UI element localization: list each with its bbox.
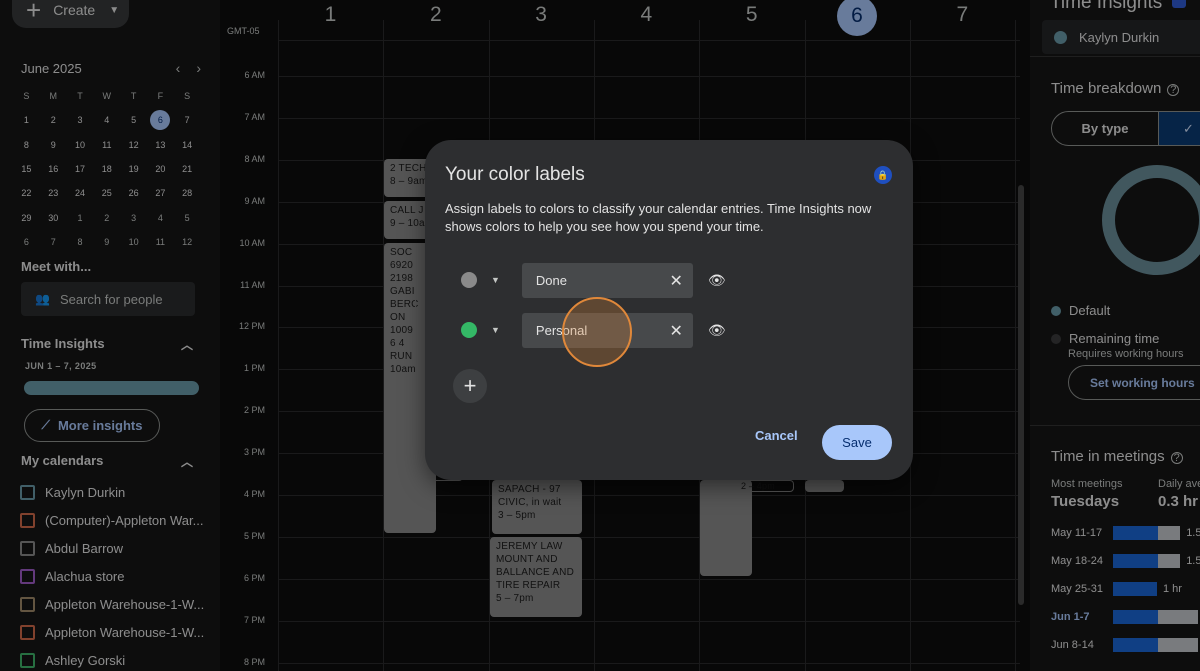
eye-icon[interactable]: 👁 [708,322,726,339]
label-input[interactable]: Done ✕ [521,262,693,298]
color-swatch[interactable] [461,322,477,338]
color-swatch[interactable] [461,272,477,288]
add-label-button[interactable]: + [453,369,487,403]
cancel-button[interactable]: Cancel [755,428,798,443]
clear-icon[interactable]: ✕ [670,321,683,341]
save-button[interactable]: Save [822,425,892,460]
cursor-highlight [562,297,632,367]
color-labels-dialog: Your color labels 🔒 Assign labels to col… [425,140,913,480]
label-row-done: ▼ Done ✕ 👁 [461,262,726,298]
clear-icon[interactable]: ✕ [670,271,683,291]
dialog-title: Your color labels [445,164,585,185]
label-value: Done [535,272,567,288]
caret-down-icon[interactable]: ▼ [491,325,500,335]
lock-icon: 🔒 [874,166,892,184]
dialog-description: Assign labels to colors to classify your… [445,201,872,234]
caret-down-icon[interactable]: ▼ [491,275,500,285]
eye-icon[interactable]: 👁 [708,272,726,289]
